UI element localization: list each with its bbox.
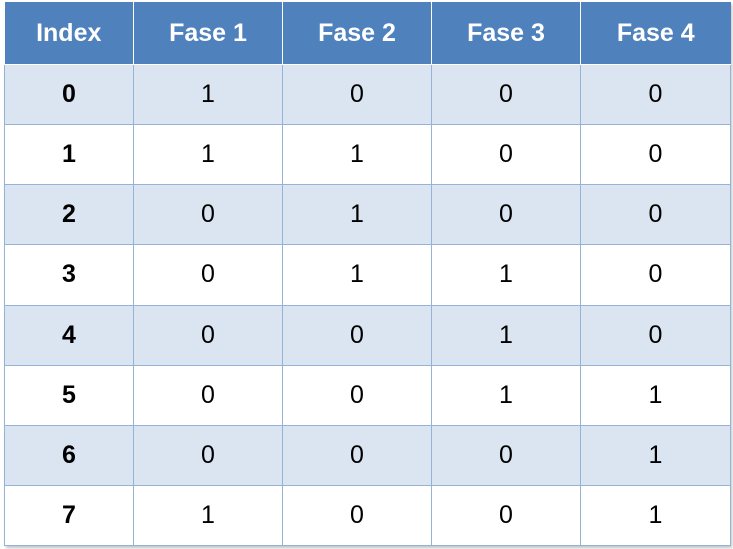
- header-row: Index Fase 1 Fase 2 Fase 3 Fase 4: [4, 2, 731, 65]
- table-cell: 0: [580, 304, 731, 366]
- index-cell: 2: [4, 184, 134, 246]
- table-cell: 0: [282, 424, 432, 486]
- table-cell: 1: [133, 484, 283, 547]
- index-cell: 7: [4, 484, 134, 547]
- index-cell: 3: [4, 244, 134, 306]
- table-cell: 1: [282, 184, 432, 246]
- index-cell: 6: [4, 424, 134, 486]
- table-row: 3 0 1 1 0: [4, 244, 731, 306]
- index-cell: 5: [4, 364, 134, 426]
- index-cell: 4: [4, 304, 134, 366]
- table-cell: 1: [431, 304, 581, 366]
- table-cell: 1: [133, 63, 283, 126]
- table-cell: 0: [431, 184, 581, 246]
- table-row: 6 0 0 0 1: [4, 424, 731, 486]
- table-cell: 1: [282, 244, 432, 306]
- table-row: 7 1 0 0 1: [4, 484, 731, 547]
- table-cell: 0: [133, 424, 283, 486]
- table-row: 0 1 0 0 0: [4, 63, 731, 126]
- header-fase-4: Fase 4: [580, 2, 731, 65]
- header-fase-1: Fase 1: [133, 2, 283, 65]
- table-row: 5 0 0 1 1: [4, 364, 731, 426]
- table-cell: 1: [431, 364, 581, 426]
- table-cell: 1: [133, 124, 283, 186]
- table-cell: 1: [580, 424, 731, 486]
- table-cell: 0: [133, 304, 283, 366]
- table-cell: 0: [580, 244, 731, 306]
- phase-table: Index Fase 1 Fase 2 Fase 3 Fase 4 0 1 0 …: [4, 2, 731, 547]
- table-cell: 0: [580, 124, 731, 186]
- header-fase-2: Fase 2: [282, 2, 432, 65]
- table-cell: 1: [282, 124, 432, 186]
- table-cell: 0: [282, 484, 432, 547]
- table-cell: 0: [282, 304, 432, 366]
- table-cell: 0: [580, 184, 731, 246]
- table-cell: 0: [431, 63, 581, 126]
- table-cell: 0: [282, 364, 432, 426]
- index-cell: 1: [4, 124, 134, 186]
- table-cell: 0: [282, 63, 432, 126]
- table-cell: 0: [431, 124, 581, 186]
- table-row: 2 0 1 0 0: [4, 184, 731, 246]
- table-row: 4 0 0 1 0: [4, 304, 731, 366]
- table-cell: 1: [580, 484, 731, 547]
- table-cell: 0: [431, 424, 581, 486]
- table-cell: 1: [431, 244, 581, 306]
- index-cell: 0: [4, 63, 134, 126]
- header-fase-3: Fase 3: [431, 2, 581, 65]
- phase-table-container: Index Fase 1 Fase 2 Fase 3 Fase 4 0 1 0 …: [4, 2, 731, 547]
- table-cell: 0: [580, 63, 731, 126]
- table-cell: 1: [580, 364, 731, 426]
- table-row: 1 1 1 0 0: [4, 124, 731, 186]
- header-index: Index: [4, 2, 134, 65]
- table-cell: 0: [133, 244, 283, 306]
- table-cell: 0: [133, 364, 283, 426]
- table-cell: 0: [133, 184, 283, 246]
- table-cell: 0: [431, 484, 581, 547]
